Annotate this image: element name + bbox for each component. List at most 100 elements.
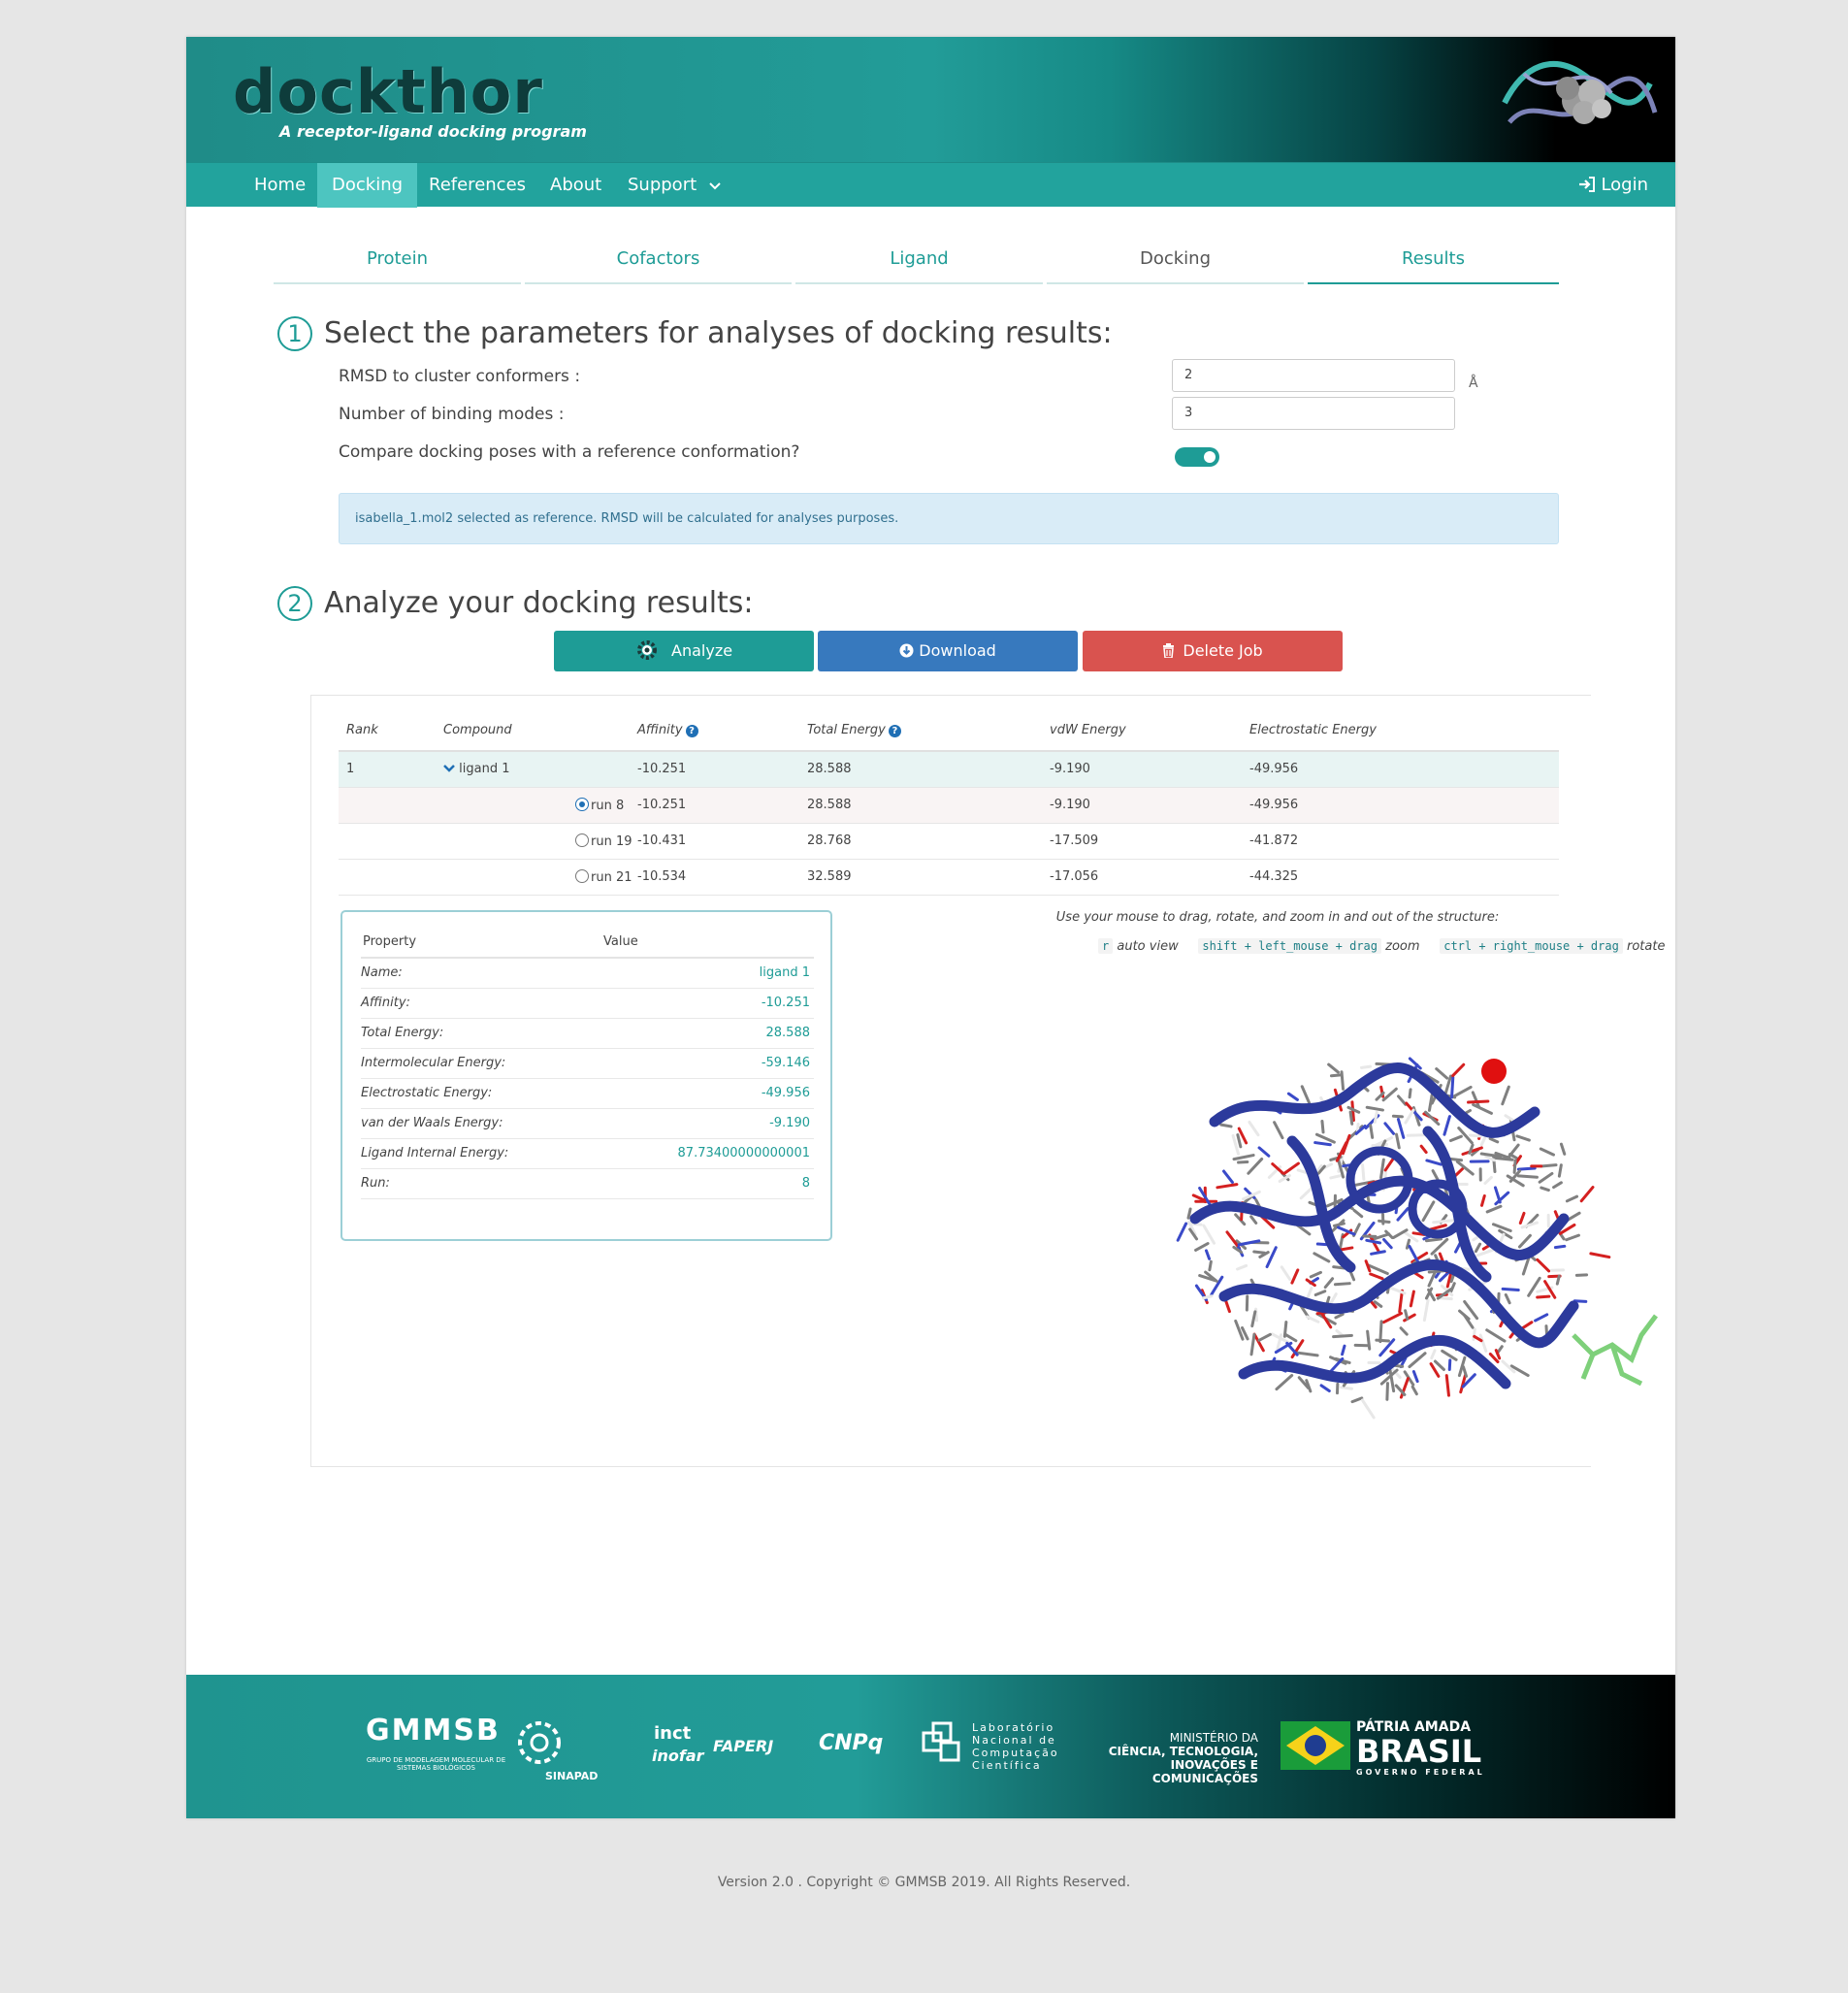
binding-modes-input[interactable]: 3 (1172, 397, 1455, 430)
atom-bond (1332, 1222, 1345, 1227)
property-value: -10.251 (603, 988, 814, 1019)
property-value: 87.73400000000001 (603, 1138, 814, 1169)
cnpq-logo[interactable]: CNPq (819, 1731, 883, 1755)
atom-bond (1265, 1246, 1278, 1269)
atom-bond (1408, 1352, 1427, 1369)
ligand-row[interactable]: 1 ligand 1 -10.251 28.588 -9.190 -49.956 (339, 751, 1559, 788)
atom-bond (1398, 1289, 1404, 1314)
atom-bond (1332, 1333, 1353, 1339)
atom-bond (1396, 1207, 1410, 1222)
sinapad-logo[interactable]: SINAPAD (545, 1770, 598, 1782)
atom-bond (1252, 1332, 1265, 1353)
download-button[interactable]: Download (818, 631, 1078, 671)
brazil-flag-icon (1281, 1721, 1350, 1770)
atom-bond (1191, 1193, 1207, 1202)
atom-bond (1565, 1233, 1580, 1242)
ligand-electrostatic-energy: -49.956 (1249, 751, 1559, 788)
tab-cofactors[interactable]: Cofactors (525, 241, 792, 284)
atom-bond (1552, 1181, 1563, 1190)
run-row[interactable]: run 8 -10.251 28.588 -9.190 -49.956 (339, 787, 1559, 824)
atom-bond (1257, 1146, 1271, 1158)
molecule-viewer[interactable] (1156, 1025, 1680, 1490)
atom-bond (1555, 1274, 1561, 1286)
atom-bond (1237, 1160, 1249, 1164)
atom-bond (1399, 1326, 1409, 1336)
atom-bond (1444, 1374, 1450, 1397)
property-row: Affinity: -10.251 (361, 988, 814, 1019)
delete-job-button[interactable]: Delete Job (1083, 631, 1343, 671)
atom-bond (1515, 1134, 1531, 1142)
col-value: Value (603, 926, 814, 959)
chevron-down-icon[interactable] (443, 764, 455, 773)
atom-bond (1381, 1087, 1398, 1102)
tab-docking[interactable]: Docking (1047, 241, 1304, 284)
login-link[interactable]: Login (1578, 163, 1648, 208)
atom-bond (1449, 1134, 1463, 1143)
run-row[interactable]: run 19 -10.431 28.768 -17.509 -41.872 (339, 823, 1559, 860)
tab-results[interactable]: Results (1308, 241, 1559, 284)
dockthor-logo[interactable]: dockthor (233, 56, 543, 127)
results-table: Rank Compound Affinity? Total Energy? vd… (339, 710, 1559, 896)
atom-bond (1313, 1252, 1331, 1263)
col-property: Property (361, 926, 603, 959)
atom-bond (1504, 1114, 1514, 1122)
atom-bond (1478, 1333, 1488, 1353)
viewer-shortcuts: r auto view shift + left_mouse + drag zo… (1098, 938, 1665, 954)
property-table: Property Value Name: ligand 1 Affinity: -1… (361, 926, 814, 1199)
question-icon[interactable]: ? (888, 725, 901, 737)
nav-references[interactable]: References (414, 163, 540, 208)
ministry-line2: CIÊNCIA, TECNOLOGIA, (1108, 1745, 1258, 1758)
run-radio[interactable] (575, 833, 589, 847)
nav-docking[interactable]: Docking (317, 163, 418, 208)
atom-bond (1365, 1238, 1382, 1245)
faperj-logo[interactable]: FAPERJ (713, 1737, 773, 1755)
compare-poses-label: Compare docking poses with a reference c… (339, 442, 800, 462)
atom-bond (1373, 1110, 1378, 1125)
inofar-logo[interactable]: inofar (652, 1747, 704, 1765)
nav-support[interactable]: Support (613, 163, 736, 208)
inct-logo[interactable]: inct (654, 1723, 691, 1744)
atom-bond (1282, 1321, 1288, 1338)
section-title-analyze: Analyze your docking results: (324, 586, 754, 620)
atom-bond (1557, 1163, 1563, 1178)
nav-home[interactable]: Home (240, 163, 320, 208)
gear-icon (636, 640, 657, 660)
run-radio[interactable] (575, 797, 589, 811)
col-compound: Compound (443, 710, 637, 752)
run-select[interactable]: run 21 (443, 859, 637, 896)
tab-protein[interactable]: Protein (274, 241, 521, 284)
atom-bond (1275, 1374, 1294, 1391)
atom-bond (1488, 1137, 1500, 1144)
tab-ligand[interactable]: Ligand (795, 241, 1043, 284)
nav-support-label: Support (628, 175, 697, 195)
question-icon[interactable]: ? (685, 725, 698, 737)
run-radio[interactable] (575, 868, 589, 883)
run-row[interactable]: run 21 -10.534 32.589 -17.056 -44.325 (339, 859, 1559, 896)
compare-poses-toggle[interactable] (1175, 447, 1219, 467)
atom-bond (1234, 1319, 1245, 1341)
run-vdw-energy: -17.056 (1050, 859, 1249, 896)
step-number-1: 1 (277, 316, 312, 351)
gmmsb-logo[interactable]: GMMSB (366, 1714, 501, 1748)
reference-atom (1481, 1059, 1507, 1084)
col-affinity: Affinity? (637, 710, 807, 752)
atom-bond (1361, 1163, 1366, 1181)
delete-job-label: Delete Job (1183, 641, 1263, 660)
ligand-compound[interactable]: ligand 1 (443, 751, 637, 788)
rmsd-input[interactable]: 2 (1172, 359, 1455, 392)
rmsd-unit: Å (1469, 376, 1478, 391)
download-icon (899, 643, 914, 658)
property-name: Name: (361, 958, 603, 989)
section-title-parameters: Select the parameters for analyses of do… (324, 316, 1113, 350)
lncc-logo[interactable]: Laboratório Nacional de Computação Cient… (972, 1721, 1059, 1772)
analyze-button[interactable]: Analyze (554, 631, 814, 671)
atom-bond (1472, 1103, 1493, 1115)
property-panel: Property Value Name: ligand 1 Affinity: -1… (340, 910, 832, 1241)
main-navbar: Home Docking References About Support Lo… (186, 162, 1675, 208)
property-value: -9.190 (603, 1108, 814, 1139)
atom-bond (1290, 1268, 1300, 1285)
atom-bond (1222, 1169, 1234, 1184)
run-select[interactable]: run 19 (443, 823, 637, 860)
run-select[interactable]: run 8 (443, 787, 637, 824)
nav-about[interactable]: About (535, 163, 616, 208)
